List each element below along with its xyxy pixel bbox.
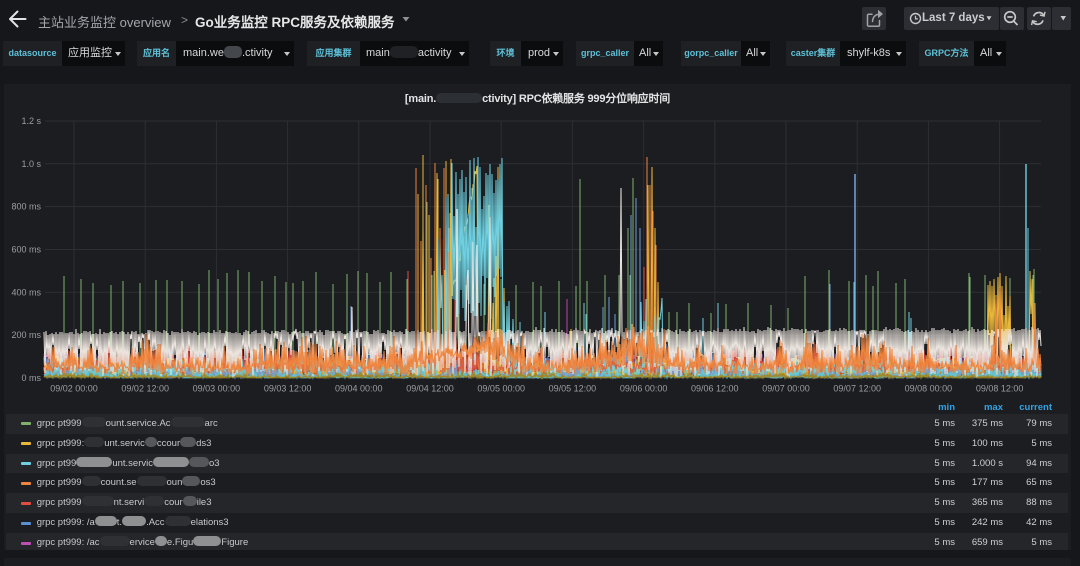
svg-text:09/03 00:00: 09/03 00:00 [193, 384, 241, 394]
svg-text:09/05 00:00: 09/05 00:00 [477, 384, 525, 394]
svg-text:09/02 00:00: 09/02 00:00 [50, 384, 98, 394]
svg-text:0 ms: 0 ms [21, 373, 41, 383]
svg-text:600 ms: 600 ms [11, 245, 41, 255]
svg-text:1.2 s: 1.2 s [21, 116, 41, 126]
svg-text:400 ms: 400 ms [11, 287, 41, 297]
svg-text:09/04 12:00: 09/04 12:00 [406, 384, 454, 394]
svg-text:09/03 12:00: 09/03 12:00 [264, 384, 312, 394]
svg-text:09/08 12:00: 09/08 12:00 [976, 384, 1024, 394]
svg-text:200 ms: 200 ms [11, 330, 41, 340]
svg-text:800 ms: 800 ms [11, 202, 41, 212]
svg-text:09/02 12:00: 09/02 12:00 [121, 384, 169, 394]
svg-text:09/08 00:00: 09/08 00:00 [905, 384, 953, 394]
svg-text:09/06 00:00: 09/06 00:00 [620, 384, 668, 394]
svg-text:09/05 12:00: 09/05 12:00 [549, 384, 597, 394]
svg-text:09/07 12:00: 09/07 12:00 [833, 384, 881, 394]
svg-text:09/06 12:00: 09/06 12:00 [691, 384, 739, 394]
svg-text:09/04 00:00: 09/04 00:00 [335, 384, 383, 394]
svg-text:09/07 00:00: 09/07 00:00 [762, 384, 810, 394]
svg-text:1.0 s: 1.0 s [21, 159, 41, 169]
